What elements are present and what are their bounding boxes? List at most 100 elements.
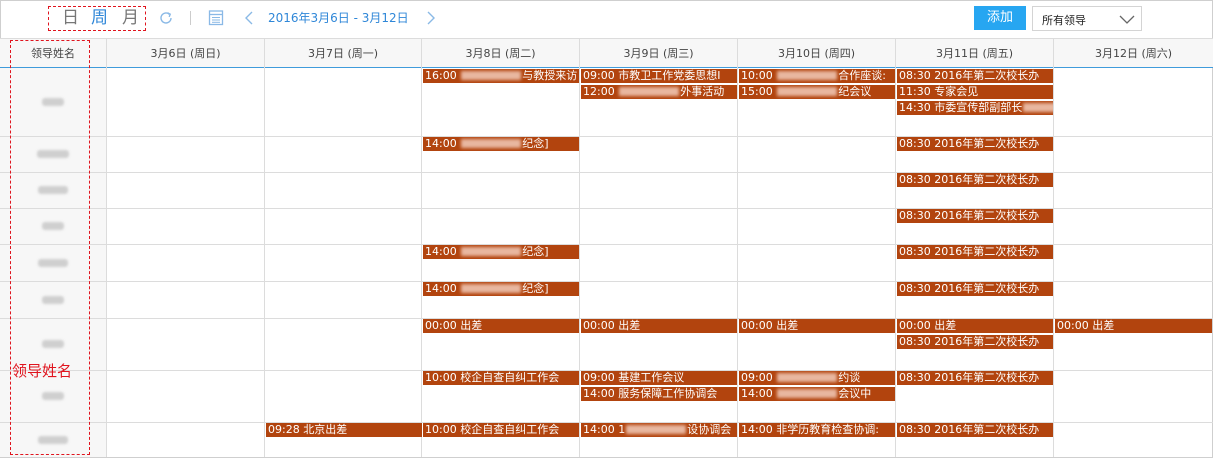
calendar-event[interactable]: 10:00 校企自查自纠工作会: [423, 423, 579, 437]
event-text: 08:30 2016年第二次校长办: [899, 173, 1040, 186]
event-text: 11:30 专家会见: [899, 85, 979, 98]
calendar-event[interactable]: 08:30 2016年第二次校长办: [897, 371, 1053, 385]
event-text: 14:00: [425, 282, 461, 295]
calendar-event[interactable]: 14:00 非学历教育检查协调:: [739, 423, 895, 437]
calendar-event[interactable]: 16:00 与教授来访: [423, 69, 579, 83]
calendar-event[interactable]: 00:00 出差: [739, 319, 895, 333]
calendar-event[interactable]: 00:00 出差: [897, 319, 1053, 333]
calendar-event[interactable]: 08:30 2016年第二次校长办: [897, 245, 1053, 259]
event-text: 纪念]: [522, 137, 549, 150]
calendar-event[interactable]: 12:00 外事活动: [581, 85, 737, 99]
event-text-redacted: [777, 87, 838, 96]
event-text: 纪念]: [522, 282, 549, 295]
day-header: 3月10日 (周四): [738, 39, 896, 68]
calendar-event[interactable]: 14:00 纪念]: [423, 282, 579, 296]
leader-name-redacted: [42, 98, 64, 106]
event-text-redacted: [777, 373, 838, 382]
day-header: 3月7日 (周一): [265, 39, 422, 68]
week-view-tab[interactable]: 周: [91, 6, 108, 31]
calendar-event[interactable]: 15:00 纪会议: [739, 85, 895, 99]
leader-name-redacted: [42, 340, 64, 348]
event-text: 00:00 出差: [899, 319, 957, 332]
event-text: 14:00: [425, 245, 461, 258]
event-text: 08:30 2016年第二次校长办: [899, 282, 1040, 295]
event-text: 与教授来访: [522, 69, 578, 82]
day-view-tab[interactable]: 日: [62, 6, 79, 31]
leader-name-cell: [0, 208, 106, 244]
day-header: 3月6日 (周日): [107, 39, 265, 68]
event-text: 00:00 出差: [583, 319, 641, 332]
event-text: 12:00: [583, 85, 619, 98]
leader-name-redacted: [42, 295, 64, 304]
calendar-event[interactable]: 10:00 合作座谈:: [739, 69, 895, 83]
calendar-event[interactable]: 09:00 约谈: [739, 371, 895, 385]
leader-name-redacted: [42, 392, 64, 400]
leader-name-cell: [0, 244, 106, 281]
calendar-event[interactable]: 14:00 服务保障工作协调会: [581, 387, 737, 401]
leader-name-cell: [0, 281, 106, 318]
calendar-event[interactable]: 08:30 2016年第二次校长办: [897, 69, 1053, 83]
calendar-event[interactable]: 00:00 出差: [423, 319, 579, 333]
chevron-down-icon: [1119, 13, 1135, 28]
chevron-right-icon[interactable]: [426, 11, 436, 28]
calendar-event[interactable]: 08:30 2016年第二次校长办: [897, 423, 1053, 437]
event-text: 00:00 出差: [1057, 319, 1115, 332]
leader-select[interactable]: 所有领导: [1032, 6, 1142, 31]
column-divider: [1053, 68, 1054, 457]
add-button[interactable]: 添加: [974, 6, 1026, 30]
calendar-event[interactable]: 14:00 1 设协调会: [581, 423, 737, 437]
event-text: 09:00: [741, 371, 777, 384]
calendar-event[interactable]: 08:30 2016年第二次校长办: [897, 209, 1053, 223]
event-text-redacted: [619, 87, 680, 96]
event-text-redacted: [777, 71, 838, 80]
leader-name-cell: [0, 68, 106, 136]
event-text-redacted: [461, 139, 522, 148]
chevron-left-icon[interactable]: [244, 11, 254, 28]
event-text: 08:30 2016年第二次校长办: [899, 371, 1040, 384]
event-text-redacted: [461, 247, 522, 256]
event-text: 14:00 1: [583, 423, 626, 436]
calendar-event[interactable]: 08:30 2016年第二次校长办: [897, 335, 1053, 349]
calendar-header: 领导姓名 3月6日 (周日) 3月7日 (周一) 3月8日 (周二) 3月9日 …: [0, 38, 1213, 68]
event-text: 14:00 非学历教育检查协调:: [741, 423, 879, 436]
calendar-event[interactable]: 00:00 出差: [1055, 319, 1212, 333]
column-divider: [106, 68, 107, 457]
calendar-event[interactable]: 11:30 专家会见: [897, 85, 1053, 99]
month-view-tab[interactable]: 月: [122, 6, 139, 31]
event-text: 09:28 北京出差: [268, 423, 348, 436]
calendar-event[interactable]: 14:00 纪念]: [423, 245, 579, 259]
calendar-event[interactable]: 14:00 会议中: [739, 387, 895, 401]
refresh-icon[interactable]: [158, 10, 174, 29]
calendar-event[interactable]: 00:00 出差: [581, 319, 737, 333]
event-text: 09:00 基建工作会议: [583, 371, 685, 384]
event-text: 14:30 市委宣传部副部长: [899, 101, 1023, 114]
calendar-event[interactable]: 09:00 基建工作会议: [581, 371, 737, 385]
leader-name-redacted: [38, 186, 68, 194]
event-text: 00:00 出差: [425, 319, 483, 332]
column-divider: [737, 68, 738, 457]
calendar-event[interactable]: 14:00 纪念]: [423, 137, 579, 151]
calendar-icon[interactable]: [208, 9, 224, 29]
event-text-redacted: [626, 425, 687, 434]
event-text: 10:00 校企自查自纠工作会: [425, 423, 560, 436]
calendar-event[interactable]: 08:30 2016年第二次校长办: [897, 137, 1053, 151]
day-header: 3月11日 (周五): [896, 39, 1054, 68]
calendar-event[interactable]: 08:30 2016年第二次校长办: [897, 282, 1053, 296]
calendar-event[interactable]: 08:30 2016年第二次校长办: [897, 173, 1053, 187]
day-header: 3月12日 (周六): [1094, 47, 1173, 60]
event-text-redacted: [1023, 103, 1053, 112]
calendar-event[interactable]: 09:28 北京出差: [266, 423, 422, 437]
calendar-event[interactable]: 10:00 校企自查自纠工作会: [423, 371, 579, 385]
event-text-redacted: [461, 284, 522, 293]
calendar-event[interactable]: 14:30 市委宣传部副部长: [897, 101, 1053, 115]
leader-name-cell: [0, 422, 106, 457]
event-text: 外事活动: [680, 85, 725, 98]
leader-select-value: 所有领导: [1042, 14, 1086, 27]
calendar-event[interactable]: 09:00 市教卫工作党委思想I: [581, 69, 737, 83]
event-text: 纪会议: [838, 85, 872, 98]
leader-name-redacted: [38, 258, 68, 267]
name-column-header: 领导姓名: [0, 39, 107, 68]
leader-name-redacted: [37, 150, 69, 158]
event-text: 15:00: [741, 85, 777, 98]
event-text: 合作座谈:: [838, 69, 886, 82]
